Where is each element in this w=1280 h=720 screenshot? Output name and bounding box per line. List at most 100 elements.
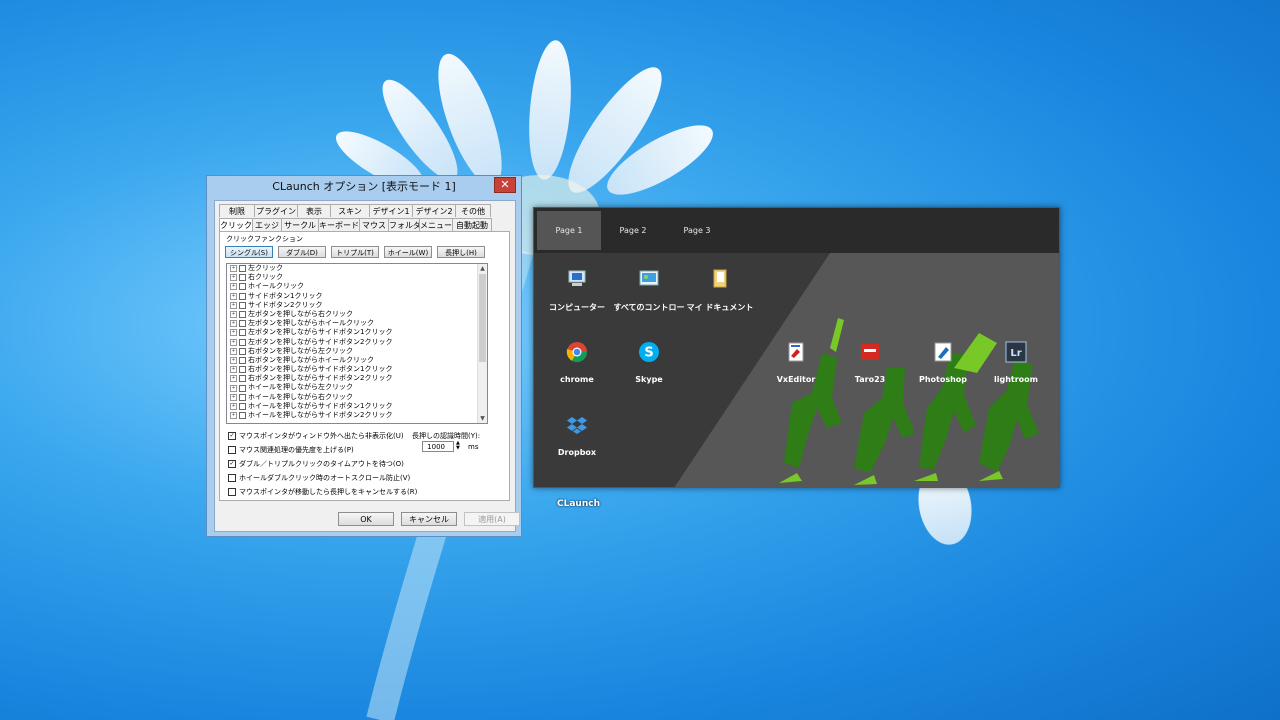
checkbox-icon[interactable]	[239, 366, 246, 374]
tree-item[interactable]: + サイドボタン2クリック	[227, 301, 487, 310]
option-cancel-longpress[interactable]: マウスポインタが移動したら長押しをキャンセルする(R)	[228, 487, 417, 497]
checkbox-icon[interactable]: ✓	[228, 460, 236, 468]
checkbox-icon[interactable]	[239, 265, 246, 273]
tab-page-1[interactable]: Page 1	[537, 211, 601, 250]
expand-icon[interactable]: +	[230, 283, 237, 291]
expand-icon[interactable]: +	[230, 274, 237, 282]
expand-icon[interactable]: +	[230, 292, 237, 300]
tab-design2[interactable]: デザイン2	[412, 204, 456, 217]
launcher-item-taro23[interactable]: Taro23	[830, 341, 910, 384]
launcher-item-dropbox[interactable]: Dropbox	[537, 414, 617, 457]
expand-icon[interactable]: +	[230, 338, 237, 346]
mode-double-button[interactable]: ダブル(D)	[278, 246, 326, 258]
expand-icon[interactable]: +	[230, 329, 237, 337]
tree-item[interactable]: + 左ボタンを押しながらサイドボタン1クリック	[227, 328, 487, 337]
checkbox-icon[interactable]	[239, 320, 246, 328]
tab-keyboard[interactable]: キーボード	[318, 218, 360, 231]
longpress-input[interactable]: 1000	[422, 441, 454, 452]
tree-item[interactable]: + ホイールを押しながらサイドボタン2クリック	[227, 411, 487, 420]
checkbox-icon[interactable]	[239, 311, 246, 319]
tab-skin[interactable]: スキン	[330, 204, 370, 217]
checkbox-icon[interactable]	[228, 446, 236, 454]
tree-item[interactable]: + ホイールを押しながらサイドボタン1クリック	[227, 402, 487, 411]
tree-item[interactable]: + 右クリック	[227, 273, 487, 282]
expand-icon[interactable]: +	[230, 402, 237, 410]
tree-item[interactable]: + 右ボタンを押しながら左クリック	[227, 347, 487, 356]
checkbox-icon[interactable]	[239, 384, 246, 392]
tree-item[interactable]: + 左ボタンを押しながらサイドボタン2クリック	[227, 338, 487, 347]
option-wait-timeout[interactable]: ✓ ダブル／トリプルクリックのタイムアウトを待つ(O)	[228, 459, 404, 469]
tab-mouse[interactable]: マウス	[359, 218, 389, 231]
launcher-item-computer[interactable]: コンピューター	[537, 268, 617, 313]
mode-wheel-button[interactable]: ホイール(W)	[384, 246, 432, 258]
tab-restrict[interactable]: 制限	[219, 204, 255, 217]
tab-edge[interactable]: エッジ	[252, 218, 282, 231]
tree-item[interactable]: + 左クリック	[227, 264, 487, 273]
desktop-claunch-label[interactable]: CLaunch	[557, 499, 600, 509]
tab-page-2[interactable]: Page 2	[601, 211, 665, 250]
checkbox-icon[interactable]	[239, 375, 246, 383]
launcher-item-chrome[interactable]: chrome	[537, 341, 617, 384]
expand-icon[interactable]: +	[230, 384, 237, 392]
checkbox-icon[interactable]	[239, 356, 246, 364]
mode-single-button[interactable]: シングル(S)	[225, 246, 273, 258]
tree-scrollbar[interactable]: ▲ ▼	[477, 264, 487, 423]
expand-icon[interactable]: +	[230, 412, 237, 420]
tab-folder[interactable]: フォルダ	[388, 218, 421, 231]
option-autoscroll[interactable]: ホイールダブルクリック時のオートスクロール防止(V)	[228, 473, 410, 483]
launcher-item-my-documents[interactable]: マイ ドキュメント	[680, 268, 760, 313]
tab-menu[interactable]: メニュー	[419, 218, 453, 231]
tab-design1[interactable]: デザイン1	[369, 204, 413, 217]
option-priority[interactable]: マウス関連処理の優先度を上げる(P)	[228, 445, 354, 455]
mode-longpress-button[interactable]: 長押し(H)	[437, 246, 485, 258]
launcher-item-photoshop[interactable]: Photoshop	[903, 341, 983, 384]
tab-page-3[interactable]: Page 3	[665, 211, 729, 250]
expand-icon[interactable]: +	[230, 393, 237, 401]
checkbox-icon[interactable]	[239, 301, 246, 309]
tree-item[interactable]: + サイドボタン1クリック	[227, 292, 487, 301]
scroll-down-icon[interactable]: ▼	[478, 414, 487, 423]
expand-icon[interactable]: +	[230, 356, 237, 364]
tab-other[interactable]: その他	[455, 204, 491, 217]
tree-item[interactable]: + ホイールクリック	[227, 282, 487, 291]
mode-triple-button[interactable]: トリプル(T)	[331, 246, 379, 258]
tab-display[interactable]: 表示	[297, 204, 331, 217]
expand-icon[interactable]: +	[230, 301, 237, 309]
checkbox-icon[interactable]	[228, 488, 236, 496]
expand-icon[interactable]: +	[230, 265, 237, 273]
checkbox-icon[interactable]	[228, 474, 236, 482]
launcher-item-lightroom[interactable]: Lr lightroom	[976, 341, 1056, 384]
checkbox-icon[interactable]	[239, 412, 246, 420]
apply-button[interactable]: 適用(A)	[464, 512, 520, 526]
launcher-item-vxeditor[interactable]: VxEditor	[756, 341, 836, 384]
launcher-item-skype[interactable]: S Skype	[609, 341, 689, 384]
expand-icon[interactable]: +	[230, 347, 237, 355]
cancel-button[interactable]: キャンセル	[401, 512, 457, 526]
checkbox-icon[interactable]	[239, 329, 246, 337]
expand-icon[interactable]: +	[230, 366, 237, 374]
checkbox-icon[interactable]	[239, 274, 246, 282]
ok-button[interactable]: OK	[338, 512, 394, 526]
tree-item[interactable]: + 左ボタンを押しながらホイールクリック	[227, 319, 487, 328]
tab-circle[interactable]: サークル	[281, 218, 319, 231]
checkbox-icon[interactable]	[239, 402, 246, 410]
tab-autostart[interactable]: 自動起動	[452, 218, 492, 231]
checkbox-icon[interactable]	[239, 292, 246, 300]
checkbox-icon[interactable]	[239, 347, 246, 355]
tree-item[interactable]: + 左ボタンを押しながら右クリック	[227, 310, 487, 319]
scroll-up-icon[interactable]: ▲	[478, 264, 487, 273]
option-hide-outside[interactable]: ✓ マウスポインタがウィンドウ外へ出たら非表示化(U)	[228, 431, 404, 441]
click-function-tree[interactable]: + 左クリック + 右クリック + ホイールクリック + サイドボタン1クリック + サイドボタン…	[226, 263, 488, 424]
tree-item[interactable]: + 右ボタンを押しながらサイドボタン1クリック	[227, 365, 487, 374]
launcher-item-control-panel[interactable]: すべてのコントロー	[609, 268, 689, 313]
tree-item[interactable]: + ホイールを押しながら左クリック	[227, 383, 487, 392]
checkbox-icon[interactable]	[239, 283, 246, 291]
checkbox-icon[interactable]	[239, 338, 246, 346]
expand-icon[interactable]: +	[230, 375, 237, 383]
scroll-thumb[interactable]	[479, 274, 486, 362]
tab-plugin[interactable]: プラグイン	[254, 204, 298, 217]
tree-item[interactable]: + 右ボタンを押しながらホイールクリック	[227, 356, 487, 365]
tree-item[interactable]: + ホイールを押しながら右クリック	[227, 393, 487, 402]
close-button[interactable]: ✕	[494, 177, 516, 193]
expand-icon[interactable]: +	[230, 311, 237, 319]
